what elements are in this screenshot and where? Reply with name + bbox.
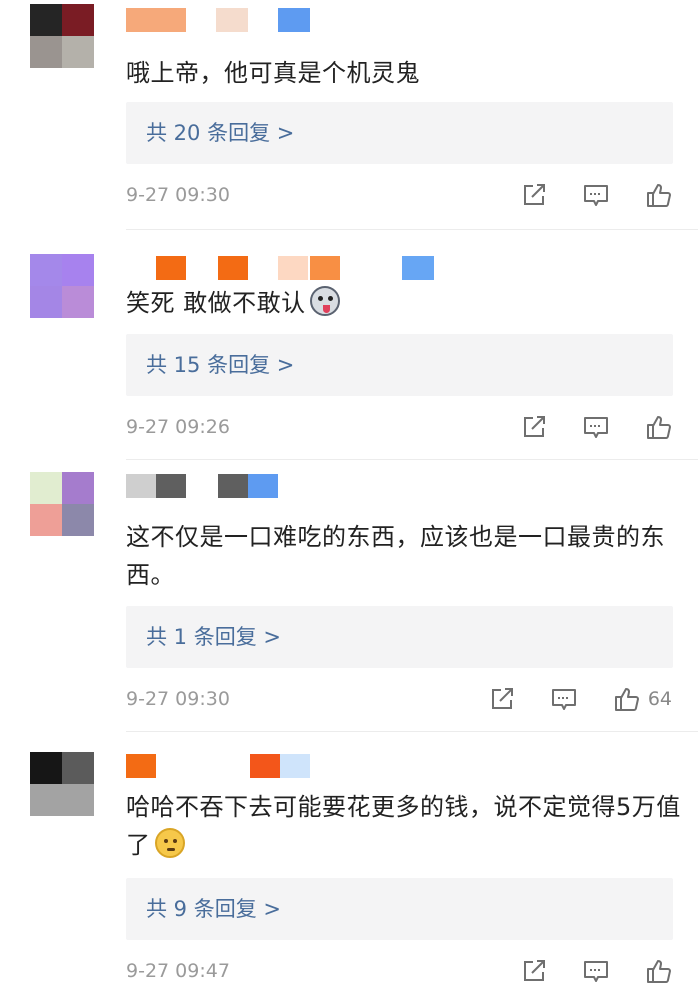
reply-button[interactable]: [582, 413, 610, 441]
comment-item: 哦上帝，他可真是个机灵鬼 共 20 条回复 > 9-27 09:30: [0, 0, 698, 232]
divider: [126, 229, 698, 230]
comment-actions: [486, 412, 672, 442]
view-replies-button[interactable]: 共 20 条回复 >: [126, 102, 673, 164]
like-icon: [647, 416, 671, 439]
username-redacted[interactable]: [126, 474, 326, 498]
reply-button[interactable]: [582, 957, 610, 985]
comment-timestamp: 9-27 09:30: [126, 184, 230, 206]
like-button[interactable]: 64: [612, 685, 672, 713]
comment-icon: [584, 961, 608, 982]
comment-text-content: 笑死 敢做不敢认: [126, 289, 306, 317]
dog-emoji-icon: [309, 286, 340, 316]
share-button[interactable]: [520, 957, 548, 985]
comment-text-content: 哈哈不吞下去可能要花更多的钱，说不定觉得5万值了: [126, 793, 681, 859]
comment-timestamp: 9-27 09:26: [126, 416, 230, 438]
like-count: 64: [647, 688, 672, 710]
comment-item: 这不仅是一口难吃的东西，应该也是一口最贵的东西。 共 1 条回复 > 9-27 …: [0, 464, 698, 736]
like-icon: [647, 184, 671, 207]
avatar[interactable]: [30, 254, 94, 318]
username-redacted[interactable]: [126, 256, 446, 280]
share-icon: [524, 184, 545, 205]
comment-text: 哈哈不吞下去可能要花更多的钱，说不定觉得5万值了: [126, 788, 686, 864]
comment-actions: [486, 956, 672, 986]
share-button[interactable]: [488, 685, 516, 713]
like-icon: [647, 960, 671, 983]
like-button[interactable]: [644, 413, 672, 441]
username-redacted[interactable]: [126, 754, 326, 778]
share-button[interactable]: [520, 413, 548, 441]
comment-icon: [584, 185, 608, 206]
reply-button[interactable]: [582, 181, 610, 209]
view-replies-button[interactable]: 共 15 条回复 >: [126, 334, 673, 396]
comment-icon: [551, 689, 576, 710]
like-button[interactable]: [644, 957, 672, 985]
username-redacted[interactable]: [126, 8, 326, 32]
comment-text: 笑死 敢做不敢认: [126, 284, 686, 322]
comment-text: 这不仅是一口难吃的东西，应该也是一口最贵的东西。: [126, 523, 665, 589]
avatar[interactable]: [30, 4, 94, 68]
like-icon: [614, 688, 639, 711]
share-icon: [491, 688, 513, 709]
avatar[interactable]: [30, 472, 94, 536]
comment-timestamp: 9-27 09:30: [126, 688, 230, 710]
view-replies-button[interactable]: 共 1 条回复 >: [126, 606, 673, 668]
reply-button[interactable]: [550, 685, 578, 713]
comment-icon: [584, 417, 608, 438]
thinking-emoji-icon: [154, 828, 185, 858]
share-button[interactable]: [520, 181, 548, 209]
comment-text: 哦上帝，他可真是个机灵鬼: [126, 59, 420, 87]
view-replies-button[interactable]: 共 9 条回复 >: [126, 878, 673, 940]
share-icon: [524, 960, 545, 981]
divider: [126, 731, 698, 732]
comment-actions: 64: [454, 684, 672, 714]
comment-item: 哈哈不吞下去可能要花更多的钱，说不定觉得5万值了 共 9 条回复 > 9-27 …: [0, 736, 698, 1000]
avatar[interactable]: [30, 752, 94, 816]
share-icon: [524, 416, 545, 437]
comment-actions: [486, 180, 672, 210]
comment-timestamp: 9-27 09:47: [126, 960, 230, 982]
divider: [126, 459, 698, 460]
like-button[interactable]: [644, 181, 672, 209]
comment-item: 笑死 敢做不敢认 共 15 条回复 > 9-27 09:26: [0, 232, 698, 464]
